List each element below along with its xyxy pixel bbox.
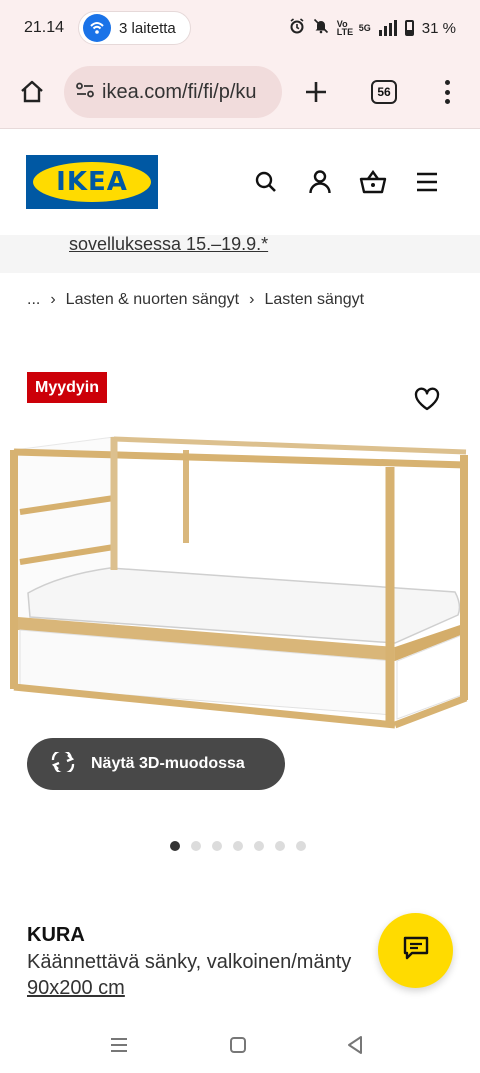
battery-percent: 31 %	[421, 19, 456, 37]
gallery-dot[interactable]	[296, 841, 306, 851]
logo-text: IKEA	[56, 167, 128, 197]
breadcrumb-item-lasten-sangyt[interactable]: Lasten sängyt	[264, 291, 364, 309]
page: 21.14 3 laitetta Vo LTE 5G 31 % ikea.com…	[0, 0, 480, 1073]
gallery-dot[interactable]	[233, 841, 243, 851]
status-time: 21.14	[24, 19, 65, 36]
status-icons: Vo LTE 5G 31 %	[289, 18, 456, 38]
address-bar[interactable]: ikea.com/fi/fi/p/ku	[64, 66, 282, 118]
recent-apps-icon[interactable]	[107, 1033, 131, 1057]
promo-link[interactable]: sovelluksessa 15.–19.9.*	[69, 235, 268, 253]
signal-icon	[378, 20, 397, 36]
basket-icon[interactable]	[358, 167, 388, 197]
gallery-dot[interactable]	[254, 841, 264, 851]
mute-icon	[313, 18, 329, 38]
browser-toolbar: ikea.com/fi/fi/p/ku 56	[0, 56, 480, 128]
product-description: Käännettävä sänky, valkoinen/mänty	[27, 951, 352, 973]
chat-button[interactable]	[378, 913, 453, 988]
system-navigation-bar	[0, 1013, 480, 1073]
hotspot-icon	[83, 14, 112, 42]
gallery-pagination	[170, 841, 306, 851]
alarm-icon	[289, 18, 305, 38]
promo-banner: sovelluksessa 15.–19.9.*	[0, 235, 480, 273]
product-name: KURA	[27, 924, 85, 946]
chevron-right-icon: ›	[249, 291, 255, 308]
status-bar: 21.14 3 laitetta Vo LTE 5G 31 %	[0, 0, 480, 56]
breadcrumb-ellipsis[interactable]: ...	[27, 291, 40, 309]
new-tab-icon[interactable]	[302, 78, 330, 106]
url-text: ikea.com/fi/fi/p/ku	[102, 80, 257, 103]
site-header: IKEA	[0, 129, 480, 235]
hotspot-indicator[interactable]: 3 laitetta	[78, 11, 191, 45]
product-image[interactable]	[0, 425, 480, 745]
gallery-dot[interactable]	[191, 841, 201, 851]
volte-label: Vo LTE	[336, 19, 354, 37]
gallery-dot[interactable]	[170, 841, 180, 851]
home-button-icon[interactable]	[226, 1033, 250, 1057]
search-icon[interactable]	[251, 167, 281, 197]
battery-icon	[404, 20, 414, 36]
network-type: 5G	[358, 23, 371, 33]
chevron-right-icon: ›	[50, 291, 56, 308]
view-3d-label: Näytä 3D-muodossa	[91, 755, 245, 772]
gallery-dot[interactable]	[275, 841, 285, 851]
back-icon[interactable]	[343, 1033, 367, 1057]
rotate-3d-icon	[49, 748, 77, 777]
ikea-logo[interactable]: IKEA	[26, 155, 158, 209]
view-3d-button[interactable]: Näytä 3D-muodossa	[27, 738, 285, 790]
heart-icon[interactable]	[414, 387, 440, 411]
breadcrumb: ... › Lasten & nuorten sängyt › Lasten s…	[27, 291, 364, 309]
gallery-dot[interactable]	[212, 841, 222, 851]
chat-icon	[402, 934, 430, 967]
bestseller-badge: Myydyin	[27, 372, 108, 403]
breadcrumb-item-lasten-nuorten-sangyt[interactable]: Lasten & nuorten sängyt	[66, 291, 239, 309]
site-settings-icon[interactable]	[76, 82, 94, 103]
hamburger-menu-icon[interactable]	[412, 167, 442, 197]
home-icon[interactable]	[14, 74, 50, 110]
more-menu-icon[interactable]	[440, 78, 454, 106]
hotspot-label: 3 laitetta	[119, 19, 176, 37]
tab-switcher-button[interactable]: 56	[371, 80, 397, 104]
product-size-link[interactable]: 90x200 cm	[27, 977, 125, 1000]
account-icon[interactable]	[305, 167, 335, 197]
